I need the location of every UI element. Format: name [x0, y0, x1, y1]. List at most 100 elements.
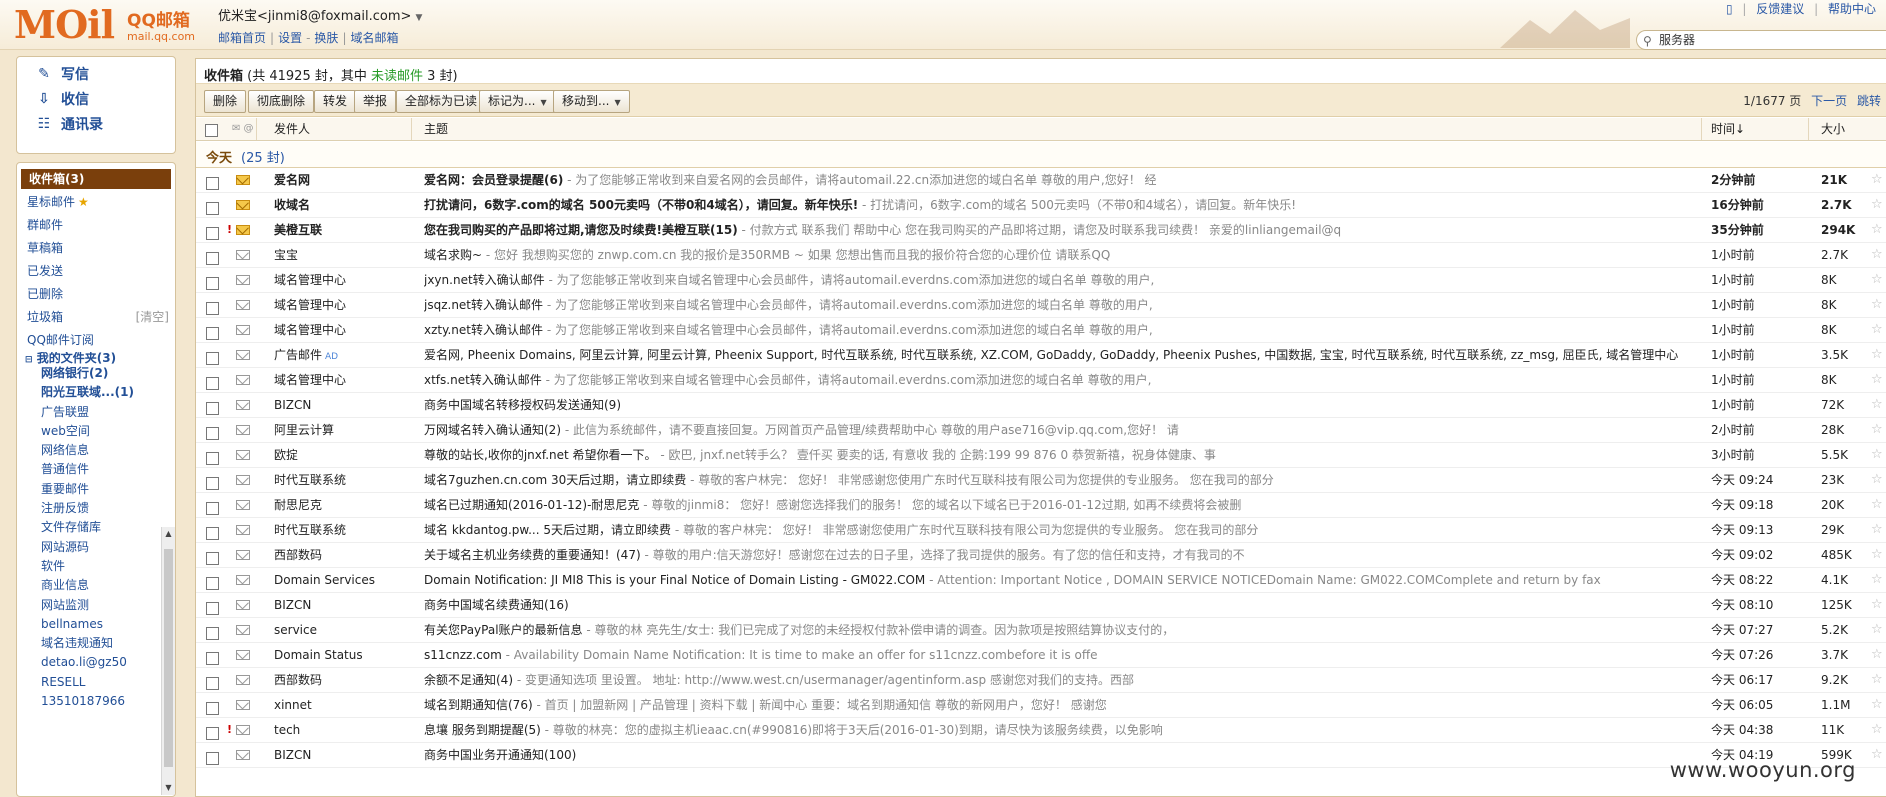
mail-subject[interactable]: 尊敬的站长,收你的jnxf.net 希望你看一下。 - 欧巴, jnxf.net…: [424, 443, 1689, 467]
mail-row[interactable]: 西部数码 关于域名主机业务续费的重要通知！(47) - 尊敬的用户:信天游您好！感…: [196, 543, 1886, 568]
my-folder-item[interactable]: 商业信息: [17, 576, 175, 595]
contacts-button[interactable]: ☷ 通讯录: [35, 113, 103, 135]
mail-row[interactable]: Domain Services Domain Notification: JI M…: [196, 568, 1886, 593]
next-page-link[interactable]: 下一页: [1811, 94, 1847, 108]
star-toggle-icon[interactable]: ☆: [1871, 343, 1883, 367]
mark-all-read-button[interactable]: 全部标为已读: [396, 90, 487, 113]
mail-subject[interactable]: 有关您PayPal账户的最新信息 - 尊敬的林 亮先生/女士: 我们已完成了对您…: [424, 618, 1689, 642]
unread-mail-link[interactable]: 未读邮件: [371, 69, 423, 84]
my-folder-item[interactable]: web空间: [17, 422, 175, 441]
star-toggle-icon[interactable]: ☆: [1871, 168, 1883, 192]
link-settings[interactable]: 设置: [278, 31, 302, 45]
mail-sender[interactable]: 时代互联系统: [274, 468, 414, 492]
star-toggle-icon[interactable]: ☆: [1871, 418, 1883, 442]
move-to-dropdown[interactable]: 移动到... ▼: [553, 90, 630, 113]
receive-button[interactable]: ⇩ 收信: [35, 88, 89, 110]
mail-sender[interactable]: BIZCN: [274, 743, 414, 767]
mail-sender[interactable]: 阿里云计算: [274, 418, 414, 442]
mail-row[interactable]: ! tech 息壤 服务到期提醒(5) - 尊敬的林亮：您的虚拟主机ieaac.cn…: [196, 718, 1886, 743]
mail-row[interactable]: 域名管理中心 jsqz.net转入确认邮件 - 为了您能够正常收到来自域名管理中心…: [196, 293, 1886, 318]
folder-spam[interactable]: 垃圾箱 [清空]: [17, 306, 175, 329]
star-toggle-icon[interactable]: ☆: [1871, 368, 1883, 392]
mail-sender[interactable]: 宝宝: [274, 243, 414, 267]
star-toggle-icon[interactable]: ☆: [1871, 193, 1883, 217]
forward-button[interactable]: 转发: [314, 90, 357, 113]
mail-row[interactable]: Domain Status s11cnzz.com - Availability …: [196, 643, 1886, 668]
mail-subject[interactable]: xtfs.net转入确认邮件 - 为了您能够正常收到来自域名管理中心会员邮件，请…: [424, 368, 1689, 392]
mail-sender[interactable]: Domain Services: [274, 568, 414, 592]
mail-sender[interactable]: 域名管理中心: [274, 318, 414, 342]
mail-sender[interactable]: Domain Status: [274, 643, 414, 667]
folder-group-mail[interactable]: 群邮件: [17, 214, 175, 237]
link-domain-mail[interactable]: 域名邮箱: [350, 31, 398, 45]
star-toggle-icon[interactable]: ☆: [1871, 593, 1883, 617]
mail-subject[interactable]: 域名已过期通知(2016-01-12)-耐思尼克 - 尊敬的jinmi8： 您好…: [424, 493, 1689, 517]
folder-deleted[interactable]: 已删除: [17, 283, 175, 306]
star-toggle-icon[interactable]: ☆: [1871, 293, 1883, 317]
star-toggle-icon[interactable]: ☆: [1871, 218, 1883, 242]
my-folders-header[interactable]: ⊟ 我的文件夹(3): [17, 352, 175, 364]
my-folder-item[interactable]: 广告联盟: [17, 403, 175, 422]
star-toggle-icon[interactable]: ☆: [1871, 543, 1883, 567]
mail-sender[interactable]: BIZCN: [274, 393, 414, 417]
mail-sender[interactable]: BIZCN: [274, 593, 414, 617]
select-all-checkbox[interactable]: [205, 122, 218, 137]
my-folder-item[interactable]: 13510187966: [17, 692, 175, 711]
mail-row[interactable]: 时代互联系统 域名7guzhen.cn.com 30天后过期，请立即续费 - 尊敬…: [196, 468, 1886, 493]
mail-sender[interactable]: 收域名: [274, 193, 414, 217]
my-folder-item[interactable]: 文件存储库: [17, 518, 175, 537]
my-folder-item[interactable]: 软件: [17, 557, 175, 576]
mail-subject[interactable]: 打扰请问，6数字.com的域名 500元卖吗（不带0和4域名），请回复。新年快乐…: [424, 193, 1689, 217]
mail-sender[interactable]: 域名管理中心: [274, 293, 414, 317]
mail-subject[interactable]: 万网域名转入确认通知(2) - 此信为系统邮件，请不要直接回复。万网首页产品管理…: [424, 418, 1689, 442]
mail-subject[interactable]: Domain Notification: JI MI8 This is your…: [424, 568, 1689, 592]
folder-subscriptions[interactable]: QQ邮件订阅: [17, 329, 175, 352]
group-count-link[interactable]: (25 封): [241, 147, 285, 166]
mail-subject[interactable]: 域名求购~ - 您好 我想购买您的 znwp.com.cn 我的报价是350RM…: [424, 243, 1689, 267]
star-toggle-icon[interactable]: ☆: [1871, 718, 1883, 742]
phone-icon[interactable]: ▯: [1726, 2, 1733, 16]
my-folder-item[interactable]: 域名违规通知: [17, 634, 175, 653]
star-toggle-icon[interactable]: ☆: [1871, 693, 1883, 717]
mail-sender[interactable]: 时代互联系统: [274, 518, 414, 542]
my-folder-item[interactable]: bellnames: [17, 615, 175, 634]
column-subject[interactable]: 主题: [424, 118, 448, 140]
mail-sender[interactable]: 西部数码: [274, 668, 414, 692]
delete-button[interactable]: 删除: [204, 90, 247, 113]
my-folder-item[interactable]: 普通信件: [17, 460, 175, 479]
my-folder-item[interactable]: 注册反馈: [17, 499, 175, 518]
star-toggle-icon[interactable]: ☆: [1871, 243, 1883, 267]
mail-sender[interactable]: tech: [274, 718, 414, 742]
mail-subject[interactable]: 商务中国业务开通通知(100): [424, 743, 1689, 767]
mail-row[interactable]: 域名管理中心 xzty.net转入确认邮件 - 为了您能够正常收到来自域名管理中心…: [196, 318, 1886, 343]
star-toggle-icon[interactable]: ☆: [1871, 743, 1883, 767]
mail-sender[interactable]: xinnet: [274, 693, 414, 717]
folder-inbox[interactable]: 收件箱(3): [21, 169, 171, 189]
mail-row[interactable]: ! 美橙互联 您在我司购买的产品即将过期,请您及时续费!美橙互联(15) - 付款方…: [196, 218, 1886, 243]
mail-row[interactable]: 收域名 打扰请问，6数字.com的域名 500元卖吗（不带0和4域名），请回复。新…: [196, 193, 1886, 218]
mail-row[interactable]: 域名管理中心 jxyn.net转入确认邮件 - 为了您能够正常收到来自域名管理中心…: [196, 268, 1886, 293]
mail-sender[interactable]: 耐思尼克: [274, 493, 414, 517]
mail-sender[interactable]: 爱名网: [274, 168, 414, 192]
link-mail-home[interactable]: 邮箱首页: [218, 31, 266, 45]
link-help[interactable]: 帮助中心: [1828, 2, 1876, 16]
my-folder-item[interactable]: 网络信息: [17, 441, 175, 460]
mail-subject[interactable]: 爱名网, Pheenix Domains, 阿里云计算, 阿里云计算, Phee…: [424, 343, 1689, 367]
my-folder-item[interactable]: 重要邮件: [17, 480, 175, 499]
mail-row[interactable]: 域名管理中心 xtfs.net转入确认邮件 - 为了您能够正常收到来自域名管理中心…: [196, 368, 1886, 393]
my-folder-item[interactable]: RESELL: [17, 673, 175, 692]
folder-drafts[interactable]: 草稿箱: [17, 237, 175, 260]
folder-scrollbar[interactable]: ▲ ▼: [161, 527, 175, 795]
mail-sender[interactable]: 美橙互联: [274, 218, 414, 242]
compose-button[interactable]: ✎ 写信: [35, 63, 89, 85]
mail-row[interactable]: BIZCN 商务中国域名转移授权码发送通知(9) 1小时前 72K ☆: [196, 393, 1886, 418]
my-folder-item[interactable]: 网络银行(2): [17, 364, 175, 383]
my-folder-item[interactable]: 网站源码: [17, 538, 175, 557]
mail-subject[interactable]: s11cnzz.com - Availability Domain Name N…: [424, 643, 1689, 667]
my-folder-item[interactable]: 网站监测: [17, 596, 175, 615]
scroll-thumb[interactable]: [164, 549, 173, 767]
qq-mail-logo[interactable]: MOil QQ邮箱 mail.qq.com: [14, 2, 214, 47]
mail-row[interactable]: 宝宝 域名求购~ - 您好 我想购买您的 znwp.com.cn 我的报价是350…: [196, 243, 1886, 268]
mail-sender[interactable]: 西部数码: [274, 543, 414, 567]
scroll-up-icon[interactable]: ▲: [162, 527, 175, 541]
